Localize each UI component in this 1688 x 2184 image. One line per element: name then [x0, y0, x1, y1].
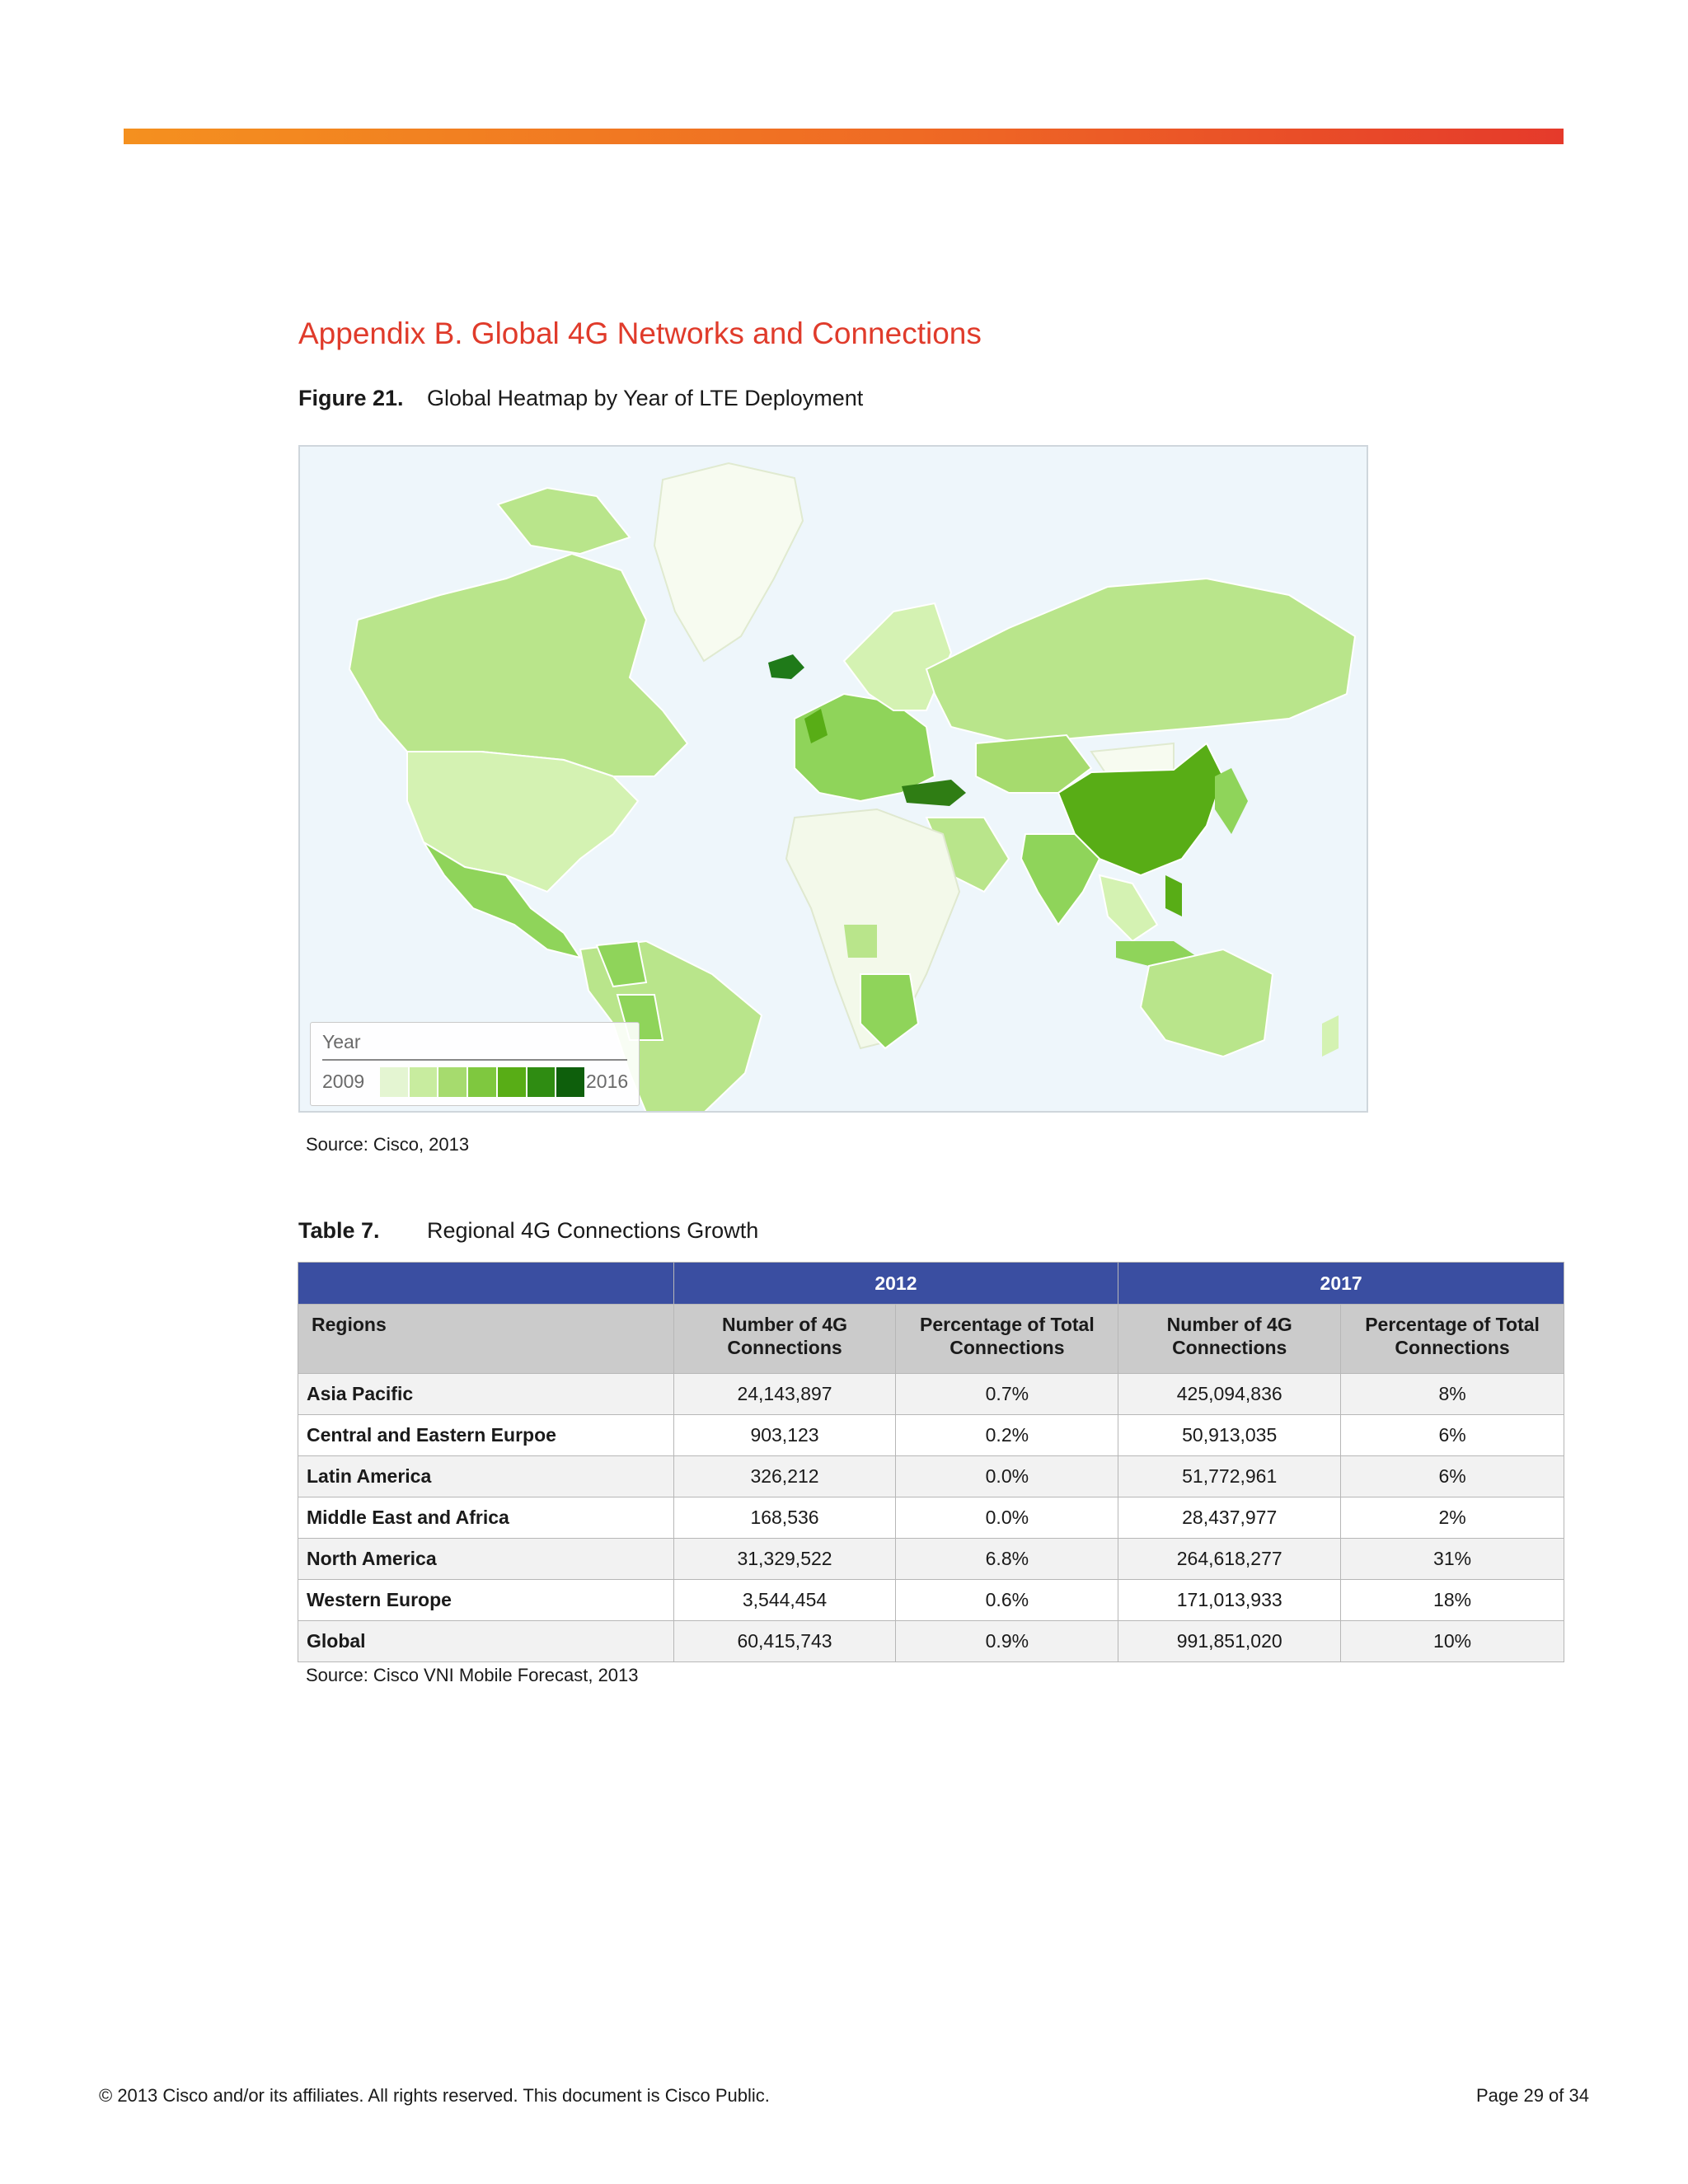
table-cell: 8%: [1340, 1373, 1564, 1415]
legend-swatch: [468, 1067, 496, 1097]
table-row: Western Europe 3,544,454 0.6% 171,013,93…: [298, 1579, 1564, 1621]
legend-swatch: [438, 1067, 467, 1097]
table-cell: 991,851,020: [1118, 1620, 1342, 1662]
table-cell: 425,094,836: [1118, 1373, 1342, 1415]
connections-table: 2012 2017 Regions Number of 4G Connectio…: [298, 1262, 1564, 1662]
figure-number: Figure 21.: [298, 386, 404, 410]
table-cell: 0.0%: [895, 1455, 1119, 1497]
legend-divider: [322, 1059, 627, 1061]
map-legend: Year 2009 2016: [310, 1022, 640, 1106]
table-title: Regional 4G Connections Growth: [427, 1218, 759, 1243]
region-cell: Asia Pacific: [298, 1373, 674, 1415]
table-cell: 6.8%: [895, 1538, 1119, 1580]
column-header: Percentage of Total Connections: [1340, 1304, 1564, 1374]
figure-source: Source: Cisco, 2013: [306, 1134, 470, 1155]
region-cell: Western Europe: [298, 1579, 674, 1621]
region-cell: Central and Eastern Eurpoe: [298, 1414, 674, 1456]
table-cell: 50,913,035: [1118, 1414, 1342, 1456]
table-cell: 10%: [1340, 1620, 1564, 1662]
table-row: Middle East and Africa 168,536 0.0% 28,4…: [298, 1497, 1564, 1539]
legend-swatch: [497, 1067, 526, 1097]
table-cell: 51,772,961: [1118, 1455, 1342, 1497]
table-cell: 168,536: [673, 1497, 897, 1539]
table-cell: 264,618,277: [1118, 1538, 1342, 1580]
table-row: Asia Pacific 24,143,897 0.7% 425,094,836…: [298, 1373, 1564, 1415]
footer-page-number: Page 29 of 34: [1475, 2085, 1589, 2106]
table-cell: 0.7%: [895, 1373, 1119, 1415]
legend-title: Year: [322, 1031, 361, 1052]
appendix-heading: Appendix B. Global 4G Networks and Conne…: [298, 316, 982, 350]
table-cell: 2%: [1340, 1497, 1564, 1539]
legend-min-label: 2009: [322, 1071, 365, 1092]
table-caption: Table 7. Regional 4G Connections Growth: [298, 1218, 758, 1244]
table-cell: 31%: [1340, 1538, 1564, 1580]
legend-swatch: [409, 1067, 438, 1097]
footer-copyright: © 2013 Cisco and/or its affiliates. All …: [99, 2085, 770, 2106]
table-cell: 6%: [1340, 1414, 1564, 1456]
table-cell: 18%: [1340, 1579, 1564, 1621]
region-cell: Middle East and Africa: [298, 1497, 674, 1539]
legend-swatch: [527, 1067, 556, 1097]
table-cell: 3,544,454: [673, 1579, 897, 1621]
world-map-image: [300, 447, 1367, 1111]
table-cell: 326,212: [673, 1455, 897, 1497]
legend-swatch: [556, 1067, 585, 1097]
table-cell: 0.9%: [895, 1620, 1119, 1662]
legend-swatch: [380, 1067, 408, 1097]
table-cell: 24,143,897: [673, 1373, 897, 1415]
table-row: North America 31,329,522 6.8% 264,618,27…: [298, 1538, 1564, 1580]
table-row: Global 60,415,743 0.9% 991,851,020 10%: [298, 1620, 1564, 1662]
table-cell: 0.0%: [895, 1497, 1119, 1539]
column-header-row: Regions Number of 4G Connections Percent…: [298, 1304, 1564, 1374]
table-number: Table 7.: [298, 1218, 380, 1243]
figure-title: Global Heatmap by Year of LTE Deployment: [427, 386, 864, 410]
table-cell: 0.6%: [895, 1579, 1119, 1621]
year-header-2017: 2017: [1118, 1262, 1564, 1305]
year-header-2012: 2012: [673, 1262, 1119, 1305]
brand-accent-bar: [124, 129, 1564, 144]
table-cell: 31,329,522: [673, 1538, 897, 1580]
map-region-angola: [844, 925, 877, 958]
table-source: Source: Cisco VNI Mobile Forecast, 2013: [306, 1665, 639, 1685]
column-header: Number of 4G Connections: [673, 1304, 897, 1374]
table-cell: 0.2%: [895, 1414, 1119, 1456]
region-cell: Global: [298, 1620, 674, 1662]
table-row: Central and Eastern Eurpoe 903,123 0.2% …: [298, 1414, 1564, 1456]
table-cell: 171,013,933: [1118, 1579, 1342, 1621]
table-cell: 6%: [1340, 1455, 1564, 1497]
legend-color-scale: [380, 1067, 585, 1097]
year-header-blank: [298, 1262, 674, 1305]
figure-caption: Figure 21. Global Heatmap by Year of LTE …: [298, 386, 863, 411]
table-cell: 28,437,977: [1118, 1497, 1342, 1539]
year-header-row: 2012 2017: [298, 1262, 1564, 1305]
column-header: Number of 4G Connections: [1118, 1304, 1342, 1374]
table-cell: 903,123: [673, 1414, 897, 1456]
heatmap-figure: Year 2009 2016: [298, 445, 1368, 1113]
legend-max-label: 2016: [586, 1071, 629, 1092]
table-cell: 60,415,743: [673, 1620, 897, 1662]
region-cell: North America: [298, 1538, 674, 1580]
table-row: Latin America 326,212 0.0% 51,772,961 6%: [298, 1455, 1564, 1497]
region-cell: Latin America: [298, 1455, 674, 1497]
column-header: Regions: [298, 1304, 674, 1374]
column-header: Percentage of Total Connections: [895, 1304, 1119, 1374]
